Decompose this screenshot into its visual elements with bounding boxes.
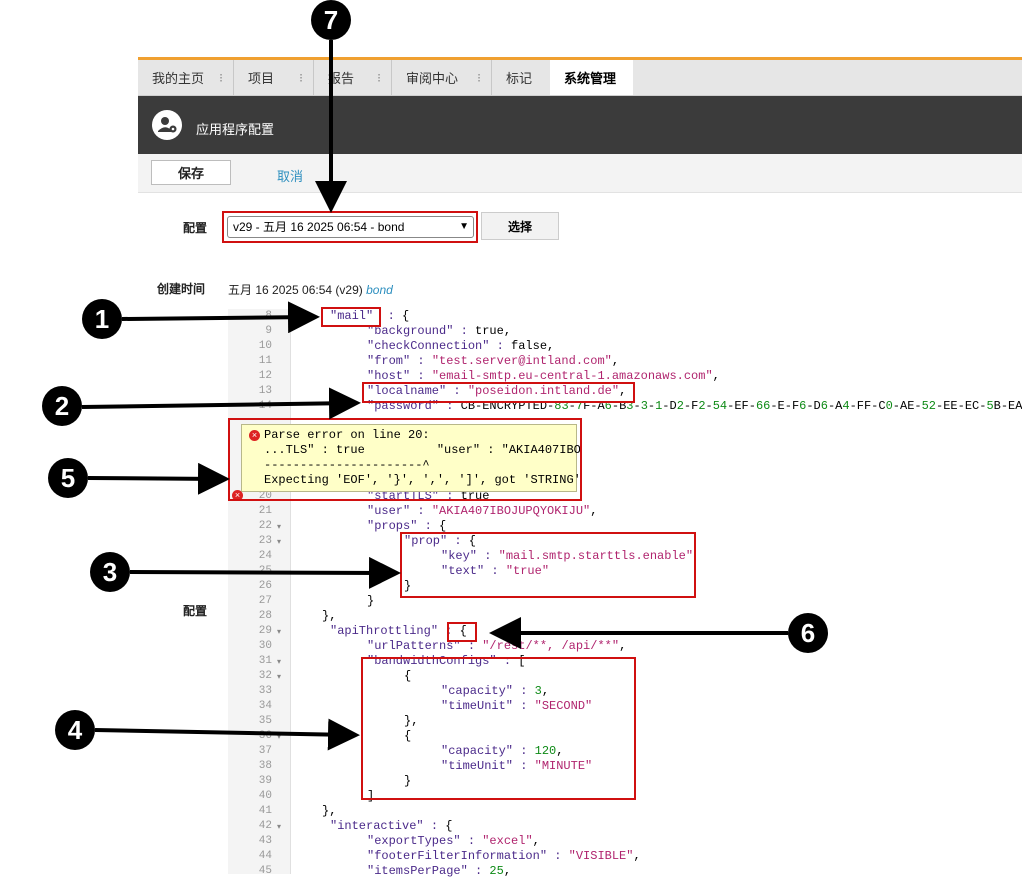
marker-1: 1 xyxy=(82,299,122,339)
annotation-arrows xyxy=(81,40,788,751)
arrow-5 xyxy=(87,462,230,495)
arrow-4 xyxy=(94,718,360,751)
marker-7: 7 xyxy=(311,0,351,40)
marker-5: 5 xyxy=(48,458,88,498)
marker-3: 3 xyxy=(90,552,130,592)
marker-6: 6 xyxy=(788,613,828,653)
marker-4: 4 xyxy=(55,710,95,750)
marker-2: 2 xyxy=(42,386,82,426)
arrow-1 xyxy=(121,301,320,334)
arrow-2 xyxy=(81,387,361,420)
arrow-3 xyxy=(129,556,401,589)
